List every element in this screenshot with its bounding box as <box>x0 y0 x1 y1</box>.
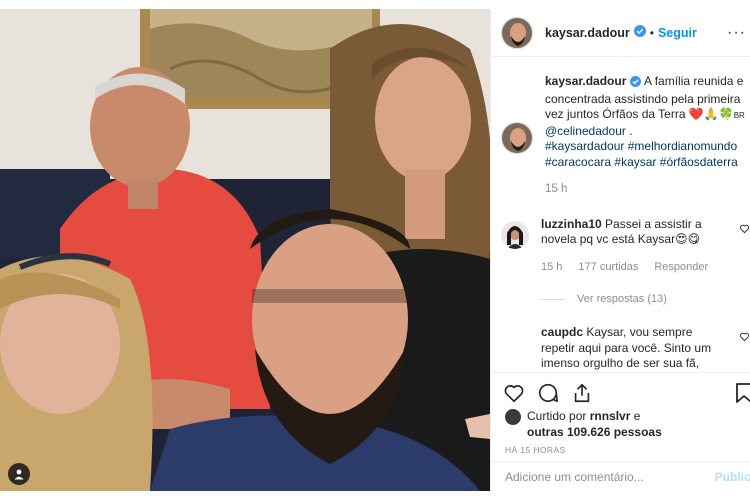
comment-body: caupdc Kaysar, vou sempre repetir aqui p… <box>541 325 725 372</box>
hashtag-link[interactable]: #kaysar <box>614 155 656 169</box>
separator-dot: • <box>649 25 654 40</box>
likes-connector: e <box>630 409 641 423</box>
caption-time: 15 h <box>545 183 568 195</box>
comment-icon[interactable] <box>537 382 559 404</box>
caption-after-mention: . <box>625 123 633 138</box>
commenter-username[interactable]: luzzinha10 <box>541 217 602 231</box>
family-photo-image <box>0 9 490 491</box>
share-icon[interactable] <box>571 382 593 404</box>
caption-avatar[interactable] <box>501 122 533 154</box>
like-comment-heart-icon[interactable] <box>739 329 750 372</box>
commenter-avatar[interactable] <box>501 220 529 249</box>
comment-time: 15 h <box>541 260 563 273</box>
liker-username[interactable]: rnnslvr <box>590 409 631 423</box>
heart-icon[interactable] <box>503 382 525 404</box>
caption-text: kaysar.dadour A família reunida e concen… <box>545 74 750 198</box>
comment-likes[interactable]: 177 curtidas <box>578 260 638 276</box>
commenter-username[interactable]: caupdc <box>541 325 583 339</box>
likes-text: Curtido por rnnslvr e outras 109.626 pes… <box>527 409 662 440</box>
flag-label: BR <box>733 111 745 120</box>
comment-item: caupdc Kaysar, vou sempre repetir aqui p… <box>501 325 750 372</box>
like-comment-heart-icon[interactable] <box>739 221 750 276</box>
comment-item: luzzinha10 Passei a assistir a novela pq… <box>501 217 750 276</box>
post-actions <box>491 372 750 412</box>
hashtag-link[interactable]: #kaysardadour <box>545 139 624 153</box>
username-link[interactable]: kaysar.dadour <box>545 26 630 40</box>
hashtag-link[interactable]: #caracocara <box>545 155 611 169</box>
publish-button[interactable]: Publicar <box>715 470 750 484</box>
more-options-button[interactable]: ··· <box>727 24 746 42</box>
caption: kaysar.dadour A família reunida e concen… <box>501 74 750 198</box>
likes-others[interactable]: outras 109.626 pessoas <box>527 425 662 439</box>
mention-link[interactable]: @celinedadour <box>545 124 626 138</box>
follow-button[interactable]: Seguir <box>658 26 697 40</box>
post-header: kaysar.dadour • Seguir ··· <box>491 9 750 57</box>
likes-prefix: Curtido por <box>527 409 590 423</box>
comment-meta: 15 h 177 curtidas Responder <box>541 260 725 276</box>
liker-avatar[interactable] <box>505 409 521 425</box>
comments-section[interactable]: kaysar.dadour A família reunida e concen… <box>491 58 750 372</box>
user-tag-icon[interactable] <box>8 463 30 485</box>
comment-body: luzzinha10 Passei a assistir a novela pq… <box>541 217 725 276</box>
post-details-panel: kaysar.dadour • Seguir ··· kaysar.dadour… <box>490 9 750 491</box>
caption-emoji: ❤️🙏🍀 <box>688 107 734 121</box>
replies-divider <box>541 298 565 300</box>
avatar[interactable] <box>501 16 533 49</box>
reply-button[interactable]: Responder <box>654 260 708 276</box>
hashtag-link[interactable]: #órfãosdaterra <box>660 155 738 169</box>
view-replies-label[interactable]: Ver respostas (13) <box>577 293 667 305</box>
post-timestamp[interactable]: HÁ 15 HORAS <box>505 445 566 455</box>
view-replies-button[interactable]: Ver respostas (13) <box>541 293 750 305</box>
verified-badge-icon <box>633 24 646 42</box>
bookmark-icon[interactable] <box>734 382 750 404</box>
add-comment-bar: Publicar <box>491 461 750 491</box>
post-photo[interactable] <box>0 9 490 491</box>
comment-input[interactable] <box>505 469 695 484</box>
caption-username[interactable]: kaysar.dadour <box>545 74 626 88</box>
verified-badge-icon <box>630 76 642 92</box>
likes-summary: Curtido por rnnslvr e outras 109.626 pes… <box>505 409 746 440</box>
hashtag-link[interactable]: #melhordianomundo <box>628 139 737 153</box>
